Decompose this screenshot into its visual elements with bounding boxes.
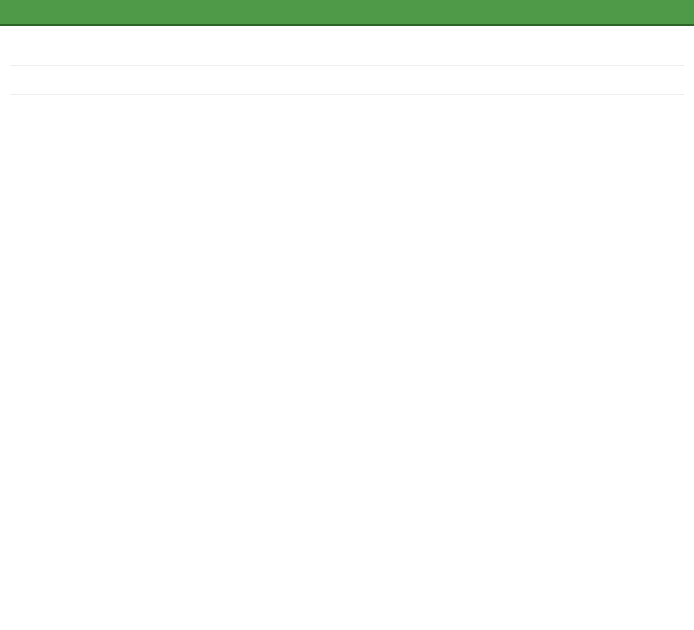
divider (10, 94, 684, 95)
overview-header (10, 65, 684, 66)
hadoop-brand[interactable] (0, 0, 25, 24)
divider (10, 65, 684, 66)
summary-header (10, 94, 684, 95)
page-content (10, 65, 684, 101)
top-navbar (0, 0, 694, 26)
